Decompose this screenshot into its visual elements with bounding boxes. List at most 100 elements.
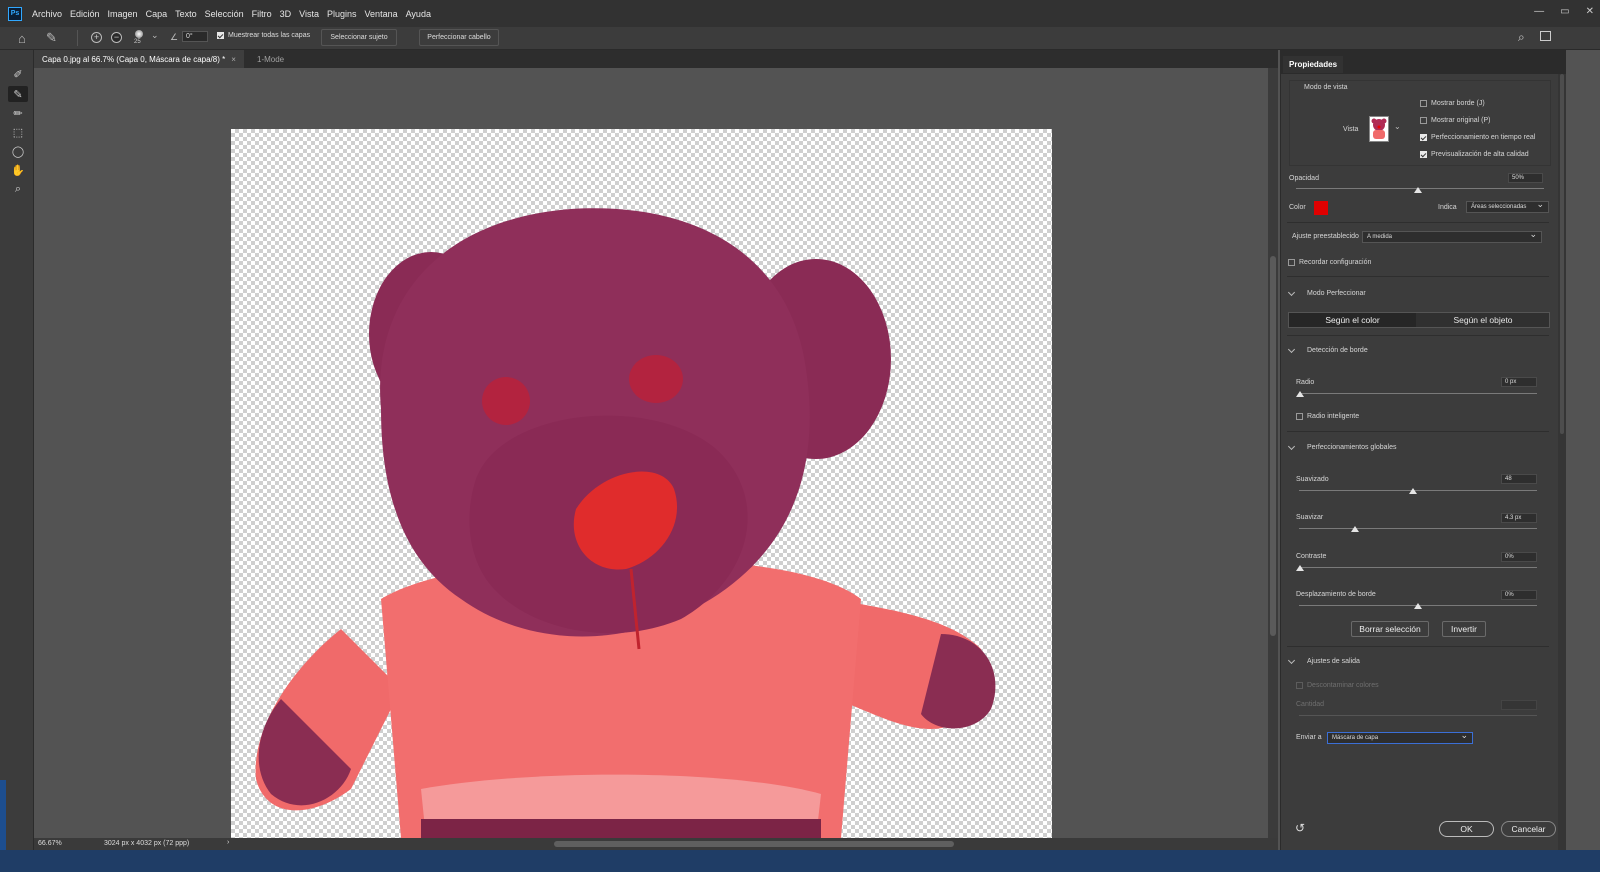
home-icon[interactable]: ⌂ [18, 31, 26, 46]
document-tabs: Capa 0.jpg al 66.7% (Capa 0, Máscara de … [34, 50, 1278, 68]
contrast-slider[interactable] [1299, 567, 1537, 568]
refine-hair-button[interactable]: Perfeccionar cabello [419, 29, 499, 46]
high-quality-preview-checkbox[interactable] [1420, 151, 1427, 158]
menu-ayuda[interactable]: Ayuda [402, 9, 435, 19]
radius-input[interactable]: 0 px [1501, 377, 1537, 387]
opacity-slider-handle[interactable] [1414, 187, 1422, 193]
clear-selection-button[interactable]: Borrar selección [1351, 621, 1429, 637]
tab-document-active[interactable]: Capa 0.jpg al 66.7% (Capa 0, Máscara de … [34, 50, 244, 68]
feather-label: Suavizar [1296, 514, 1324, 521]
smart-radius-checkbox[interactable] [1296, 413, 1303, 420]
cancel-button[interactable]: Cancelar [1501, 821, 1556, 837]
refine-brush-icon[interactable]: ✎ [46, 30, 57, 46]
global-refinements-header[interactable]: Perfeccionamientos globales [1287, 442, 1397, 451]
panel-title[interactable]: Propiedades [1283, 56, 1344, 73]
add-to-selection-icon[interactable]: + [91, 32, 102, 43]
shift-edge-input[interactable]: 0% [1501, 590, 1537, 600]
edge-detection-header[interactable]: Detección de borde [1287, 345, 1368, 354]
view-thumbnail[interactable] [1369, 116, 1389, 142]
overlay-color-swatch[interactable] [1314, 201, 1328, 215]
amount-input[interactable] [1501, 700, 1537, 710]
refine-mode-header[interactable]: Modo Perfeccionar [1287, 288, 1366, 297]
invert-button[interactable]: Invertir [1442, 621, 1486, 637]
refine-by-object-button[interactable]: Según el objeto [1417, 313, 1549, 327]
opacity-input[interactable]: 50% [1508, 173, 1543, 183]
feather-input[interactable]: 4.3 px [1501, 513, 1537, 523]
view-chevron-down-icon[interactable]: ⌄ [1394, 122, 1401, 131]
options-bar: ⌂ ✎ + − 25 ⌄ ∠ 0° Muestrear todas las ca… [0, 27, 1600, 50]
close-window-icon[interactable]: ✕ [1586, 6, 1594, 17]
menu-vista[interactable]: Vista [295, 9, 323, 19]
output-settings-header[interactable]: Ajustes de salida [1287, 656, 1360, 665]
status-arrow-icon[interactable]: › [227, 839, 229, 846]
collapse-chevron-icon [1287, 288, 1296, 296]
decontaminate-checkbox[interactable] [1296, 682, 1303, 689]
menu-plugins[interactable]: Plugins [323, 9, 361, 19]
menu-filtro[interactable]: Filtro [248, 9, 276, 19]
opacity-label: Opacidad [1289, 175, 1319, 182]
remember-settings-checkbox[interactable] [1288, 259, 1295, 266]
menu-seleccion[interactable]: Selección [201, 9, 248, 19]
sample-all-layers-checkbox[interactable] [217, 32, 224, 39]
contrast-input[interactable]: 0% [1501, 552, 1537, 562]
amount-slider[interactable] [1299, 715, 1537, 716]
radius-label: Radio [1296, 379, 1315, 386]
hand-tool-icon[interactable]: ✋ [8, 162, 28, 178]
smooth-slider-handle[interactable] [1409, 488, 1417, 494]
quick-selection-tool-icon[interactable]: ✐ [8, 66, 28, 82]
refine-edge-brush-tool-icon[interactable]: ✎ [8, 86, 28, 102]
vertical-scrollbar[interactable] [1268, 68, 1278, 838]
lasso-tool-icon[interactable]: ◯ [8, 143, 28, 159]
menu-edicion[interactable]: Edición [66, 9, 104, 19]
realtime-refine-checkbox[interactable] [1420, 134, 1427, 141]
show-original-label: Mostrar original (P) [1431, 117, 1491, 124]
workspace-icon[interactable] [1540, 31, 1551, 41]
show-original-checkbox[interactable] [1420, 117, 1427, 124]
contrast-slider-handle[interactable] [1296, 565, 1304, 571]
menu-ventana[interactable]: Ventana [361, 9, 402, 19]
menu-3d[interactable]: 3D [276, 9, 296, 19]
subtract-from-selection-icon[interactable]: − [111, 32, 122, 43]
scrollbar-thumb[interactable] [1270, 256, 1276, 636]
document-canvas[interactable] [231, 129, 1052, 838]
select-subject-button[interactable]: Seleccionar sujeto [321, 29, 397, 46]
refine-by-color-button[interactable]: Según el color [1289, 313, 1416, 327]
canvas-area[interactable] [34, 68, 1268, 838]
search-icon[interactable]: ⌕ [1518, 30, 1525, 45]
preset-select[interactable]: A medida [1362, 229, 1542, 243]
menu-imagen[interactable]: Imagen [104, 9, 142, 19]
status-bar: 66.67% 3024 px x 4032 px (72 ppp) › [34, 838, 1278, 850]
ok-button[interactable]: OK [1439, 821, 1494, 837]
horizontal-scrollbar-thumb[interactable] [554, 841, 954, 847]
high-quality-preview-label: Previsualización de alta calidad [1431, 151, 1529, 158]
send-to-select[interactable]: Máscara de capa [1327, 730, 1473, 744]
minimize-icon[interactable]: — [1534, 6, 1544, 17]
zoom-tool-icon[interactable]: ⌕ [8, 181, 28, 197]
smooth-input[interactable]: 48 [1501, 474, 1537, 484]
radius-slider-handle[interactable] [1296, 391, 1304, 397]
sample-all-layers-label: Muestrear todas las capas [228, 32, 311, 39]
smooth-slider[interactable] [1299, 490, 1537, 491]
chevron-down-icon[interactable]: ⌄ [151, 30, 159, 41]
taskbar-strip [0, 850, 1600, 872]
brush-preset-icon[interactable] [135, 30, 143, 38]
reset-icon[interactable]: ↺ [1295, 821, 1305, 835]
maximize-icon[interactable]: ▭ [1560, 6, 1569, 17]
indicates-select[interactable]: Áreas seleccionadas [1466, 199, 1549, 213]
feather-slider[interactable] [1299, 528, 1537, 529]
show-edge-checkbox[interactable] [1420, 100, 1427, 107]
angle-input[interactable]: 0° [182, 31, 208, 42]
panel-scrollbar[interactable] [1558, 74, 1566, 850]
tab-document-2[interactable]: 1-Mode [249, 50, 292, 68]
zoom-level[interactable]: 66.67% [38, 840, 62, 847]
close-tab-icon[interactable]: × [231, 55, 236, 64]
global-refinements-title: Perfeccionamientos globales [1307, 444, 1397, 451]
object-selection-tool-icon[interactable]: ⬚ [8, 124, 28, 140]
menu-archivo[interactable]: Archivo [28, 9, 66, 19]
menu-capa[interactable]: Capa [142, 9, 172, 19]
feather-slider-handle[interactable] [1351, 526, 1359, 532]
brush-tool-icon[interactable]: ✏ [8, 105, 28, 121]
radius-slider[interactable] [1299, 393, 1537, 394]
shift-edge-slider-handle[interactable] [1414, 603, 1422, 609]
menu-texto[interactable]: Texto [171, 9, 201, 19]
